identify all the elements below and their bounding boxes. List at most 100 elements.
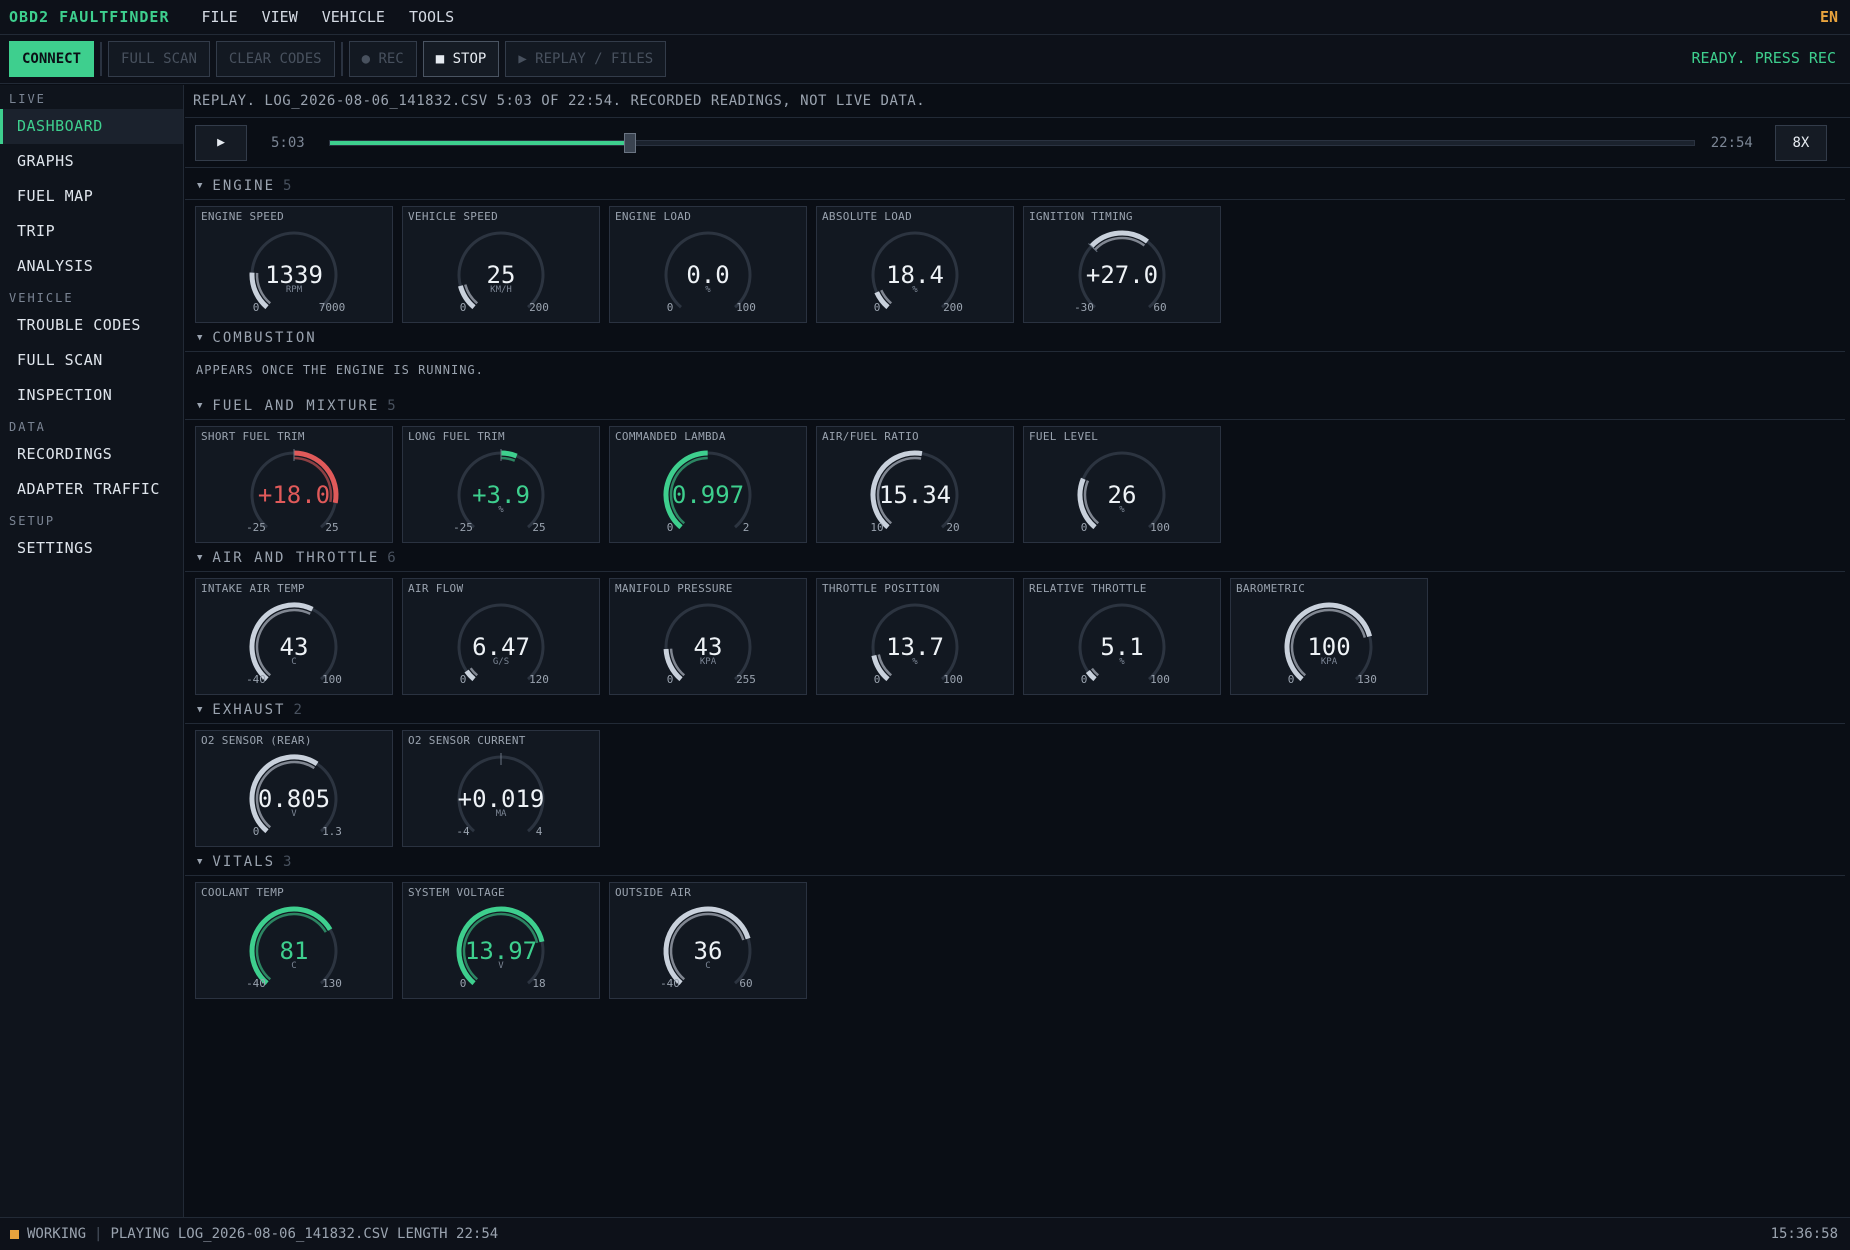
gauge-card[interactable]: 25 KM/H 0 200 VEHICLE SPEED <box>402 206 600 323</box>
gauge-card[interactable]: +3.9% -25 25 LONG FUEL TRIM <box>402 426 600 543</box>
sidebar-item-adapter-traffic[interactable]: ADAPTER TRAFFIC <box>0 472 183 507</box>
clear-codes-button[interactable]: CLEAR CODES <box>215 41 335 77</box>
stop-button[interactable]: ■ STOP <box>422 41 500 77</box>
gauge-card[interactable]: 6.47 G/S 0 120 AIR FLOW <box>402 578 600 695</box>
replay-player: ▶ 5:03 22:54 8X <box>185 118 1850 168</box>
gauge-unit: % <box>912 657 918 667</box>
gauge: +0.019MA-4 4 <box>456 753 545 838</box>
status-state: WORKING <box>27 1226 87 1242</box>
gauge-group-vitals: ▼ VITALS 3 81 C -40 130 COOLANT TEMP 13.97 V 0 18 SY… <box>185 848 1850 999</box>
gauge-group-exhaust: ▼ EXHAUST 2 0.805 V 0 1.3 O2 SENSOR (REAR) +0.01… <box>185 696 1850 847</box>
group-title: VITALS <box>212 853 275 870</box>
gauge-card[interactable]: 81 C -40 130 COOLANT TEMP <box>195 882 393 999</box>
gauge-card[interactable]: 100 KPA 0 130 BAROMETRIC <box>1230 578 1428 695</box>
gauge-min: 0 <box>460 977 467 990</box>
gauge-card[interactable]: +0.019 MA -4 4 O2 SENSOR CURRENT <box>402 730 600 847</box>
gauge-unit: MA <box>496 809 507 819</box>
sidebar-item-analysis[interactable]: ANALYSIS <box>0 249 183 284</box>
language-toggle[interactable]: EN <box>1820 8 1838 26</box>
gauge-card[interactable]: 0.0% 0 100 ENGINE LOAD <box>609 206 807 323</box>
group-header[interactable]: ▼ AIR AND THROTTLE 6 <box>185 544 1845 572</box>
gauge-group-engine: ▼ ENGINE 5 1339 RPM 0 7000 ENGINE SPEED 25 KM/H 0 2… <box>185 172 1850 323</box>
chevron-down-icon: ▼ <box>197 180 205 191</box>
gauge-card[interactable]: 0.997 0 2 COMMANDED LAMBDA <box>609 426 807 543</box>
menu-file[interactable]: FILE <box>190 8 250 26</box>
gauge-card[interactable]: +27.0 -30 60 IGNITION TIMING <box>1023 206 1221 323</box>
group-header[interactable]: ▼ COMBUSTION <box>185 324 1845 352</box>
chevron-down-icon: ▼ <box>197 856 205 867</box>
replay-scrubber[interactable] <box>328 132 1695 153</box>
status-message: READY. PRESS REC <box>1691 49 1837 67</box>
group-header[interactable]: ▼ EXHAUST 2 <box>185 696 1845 724</box>
gauge-group-fuel-and-mixture: ▼ FUEL AND MIXTURE 5 +18.0 -25 25 SHORT FUEL T… <box>185 392 1850 543</box>
group-header[interactable]: ▼ VITALS 3 <box>185 848 1845 876</box>
rec-button[interactable]: ● REC <box>348 41 417 77</box>
replay-files-button[interactable]: ▶ REPLAY / FILES <box>505 41 667 77</box>
menu-bar: OBD2 FAULTFINDER FILE VIEW VEHICLE TOOLS… <box>0 0 1850 35</box>
group-header[interactable]: ▼ FUEL AND MIXTURE 5 <box>185 392 1845 420</box>
playback-speed-button[interactable]: 8X <box>1774 124 1827 161</box>
sidebar-item-trouble-codes[interactable]: TROUBLE CODES <box>0 308 183 343</box>
gauge: 1339RPM0 7000 <box>249 231 345 314</box>
gauge-min: -40 <box>246 977 266 990</box>
gauge-card[interactable]: 26% 0 100 FUEL LEVEL <box>1023 426 1221 543</box>
gauge-label: INTAKE AIR TEMP <box>201 582 305 595</box>
gauge-min: 10 <box>870 521 883 534</box>
sidebar-item-fuel-map[interactable]: FUEL MAP <box>0 179 183 214</box>
gauge-value: +27.0 <box>1086 261 1158 289</box>
gauge-card[interactable]: 36 C -40 60 OUTSIDE AIR <box>609 882 807 999</box>
gauge-label: LONG FUEL TRIM <box>408 430 505 443</box>
gauge: 0.997 0 2 <box>663 450 752 534</box>
app-window: OBD2 FAULTFINDER FILE VIEW VEHICLE TOOLS… <box>0 0 1850 1250</box>
sidebar: LIVE DASHBOARD GRAPHS FUEL MAP TRIP ANALYSIS V… <box>0 85 184 1217</box>
gauge-unit: % <box>705 285 711 295</box>
sidebar-section-title: DATA <box>9 420 46 434</box>
connect-button[interactable]: CONNECT <box>9 41 95 77</box>
scrubber-handle[interactable] <box>623 132 636 153</box>
toolbar-divider <box>340 42 343 76</box>
sidebar-item-settings[interactable]: SETTINGS <box>0 531 183 566</box>
gauge-value-arc <box>1077 477 1097 530</box>
gauge-row: 81 C -40 130 COOLANT TEMP 13.97 V 0 18 SYSTEM VOL… <box>185 876 1850 999</box>
gauge-card[interactable]: 18.4% 0 200 ABSOLUTE LOAD <box>816 206 1014 323</box>
gauge-card[interactable]: 5.1% 0 100 RELATIVE THROTTLE <box>1023 578 1221 695</box>
gauge-label: RELATIVE THROTTLE <box>1029 582 1147 595</box>
total-time: 22:54 <box>1710 134 1753 151</box>
gauge-card[interactable]: 43 C -40 100 INTAKE AIR TEMP <box>195 578 393 695</box>
gauge-row: 1339 RPM 0 7000 ENGINE SPEED 25 KM/H 0 200 VEHICL… <box>185 200 1850 323</box>
gauge-row: +18.0 -25 25 SHORT FUEL TRIM +3.9% -25 25 LONG … <box>185 420 1850 543</box>
menu: FILE VIEW VEHICLE TOOLS <box>190 8 467 26</box>
full-scan-button[interactable]: FULL SCAN <box>108 41 210 77</box>
gauge-max: 25 <box>532 521 545 534</box>
gauge-value: 15.34 <box>879 481 951 509</box>
sidebar-item-graphs[interactable]: GRAPHS <box>0 144 183 179</box>
gauge-card[interactable]: 0.805 V 0 1.3 O2 SENSOR (REAR) <box>195 730 393 847</box>
gauge-max: 18 <box>532 977 545 990</box>
gauge-value: +18.0 <box>258 481 330 509</box>
play-button[interactable]: ▶ <box>195 124 247 161</box>
sidebar-item-recordings[interactable]: RECORDINGS <box>0 437 183 472</box>
group-header[interactable]: ▼ ENGINE 5 <box>185 172 1845 200</box>
group-empty-message: APPEARS ONCE THE ENGINE IS RUNNING. <box>196 363 484 377</box>
gauge-card[interactable]: 43 KPA 0 255 MANIFOLD PRESSURE <box>609 578 807 695</box>
gauge-card[interactable]: 13.7% 0 100 THROTTLE POSITION <box>816 578 1014 695</box>
menu-vehicle[interactable]: VEHICLE <box>310 8 397 26</box>
gauge-card[interactable]: 15.34 10 20 AIR/FUEL RATIO <box>816 426 1014 543</box>
group-count: 5 <box>283 177 294 194</box>
gauge-unit: V <box>498 961 504 971</box>
gauge-card[interactable]: +18.0 -25 25 SHORT FUEL TRIM <box>195 426 393 543</box>
gauge: +18.0 -25 25 <box>246 449 339 534</box>
gauge-label: SHORT FUEL TRIM <box>201 430 305 443</box>
sidebar-item-inspection[interactable]: INSPECTION <box>0 378 183 413</box>
sidebar-item-dashboard[interactable]: DASHBOARD <box>0 109 183 144</box>
menu-view[interactable]: VIEW <box>250 8 310 26</box>
gauge-max: 2 <box>743 521 750 534</box>
gauge-card[interactable]: 1339 RPM 0 7000 ENGINE SPEED <box>195 206 393 323</box>
sidebar-item-trip[interactable]: TRIP <box>0 214 183 249</box>
gauge-group-combustion: ▼ COMBUSTION APPEARS ONCE THE ENGINE IS RU… <box>185 324 1850 388</box>
menu-tools[interactable]: TOOLS <box>397 8 466 26</box>
chevron-down-icon: ▼ <box>197 704 205 715</box>
replay-banner: REPLAY. LOG_2026-08-06_141832.CSV 5:03 O… <box>185 85 1850 118</box>
sidebar-item-full-scan[interactable]: FULL SCAN <box>0 343 183 378</box>
gauge-card[interactable]: 13.97 V 0 18 SYSTEM VOLTAGE <box>402 882 600 999</box>
